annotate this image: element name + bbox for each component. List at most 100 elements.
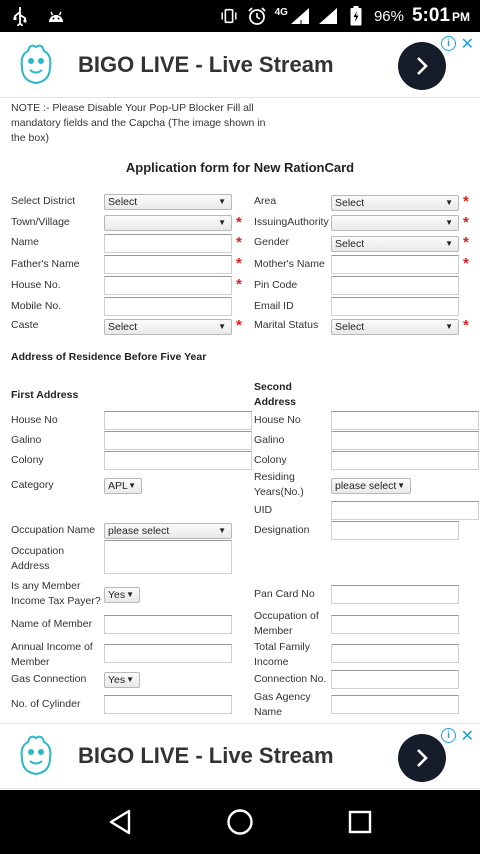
gas-agency-name-input[interactable] xyxy=(331,695,459,714)
pin-code-input[interactable] xyxy=(331,276,459,295)
navigation-bar xyxy=(0,790,480,854)
total-family-income-input[interactable] xyxy=(331,644,459,663)
form-content[interactable]: NOTE :- Please Disable Your Pop-UP Block… xyxy=(0,98,480,723)
ad-close-icon[interactable]: ✕ xyxy=(461,34,474,54)
mothers-name-input[interactable] xyxy=(331,255,459,274)
first-galino-input[interactable] xyxy=(104,431,252,450)
back-button[interactable] xyxy=(100,802,140,842)
label-gas-connection: Gas Connection xyxy=(11,673,87,685)
ad-title: BIGO LIVE - Live Stream xyxy=(78,51,334,77)
label-issuing-authority: IssuingAuthority xyxy=(254,216,329,228)
dropdown-arrow-icon: ▼ xyxy=(218,218,226,227)
ad-banner-bottom[interactable]: BIGO LIVE - Live Stream i ✕ xyxy=(0,723,480,789)
required-mark: * xyxy=(463,255,469,272)
fathers-name-input[interactable] xyxy=(104,255,232,274)
second-house-no-input[interactable] xyxy=(331,411,479,430)
pan-card-input[interactable] xyxy=(331,585,459,604)
label-connection-no: Connection No. xyxy=(254,673,327,685)
label-name-of-member: Name of Member xyxy=(11,618,93,630)
annual-income-input[interactable] xyxy=(104,644,232,663)
occupation-address-input[interactable] xyxy=(104,540,232,574)
name-of-member-input[interactable] xyxy=(104,615,232,634)
uid-input[interactable] xyxy=(331,501,479,520)
dropdown-arrow-icon: ▼ xyxy=(126,675,134,684)
label-pin-code: Pin Code xyxy=(254,279,298,291)
label-occupation-address: Occupation Address xyxy=(11,545,65,572)
first-colony-input[interactable] xyxy=(104,451,252,470)
dropdown-arrow-icon: ▼ xyxy=(128,481,136,490)
clock: 5:01 PM xyxy=(411,5,470,26)
ad-banner-top[interactable]: BIGO LIVE - Live Stream i ✕ xyxy=(0,32,480,98)
income-tax-select[interactable]: Yes ▼ xyxy=(104,587,140,603)
home-button[interactable] xyxy=(220,802,260,842)
required-mark: * xyxy=(463,234,469,251)
district-select[interactable]: Select ▼ xyxy=(104,194,232,210)
dropdown-arrow-icon: ▼ xyxy=(445,322,453,331)
required-mark: * xyxy=(236,255,242,272)
vibrate-icon xyxy=(219,6,239,26)
required-mark: * xyxy=(236,276,242,293)
label-house-no-top: House No. xyxy=(11,279,61,291)
label-first-colony: Colony xyxy=(11,454,44,466)
gas-connection-select[interactable]: Yes ▼ xyxy=(104,672,140,688)
label-fathers-name: Father's Name xyxy=(11,258,80,270)
dropdown-arrow-icon: ▼ xyxy=(397,481,405,490)
label-mobile-no: Mobile No. xyxy=(11,300,62,312)
town-select[interactable]: ▼ xyxy=(104,215,232,231)
house-no-input[interactable] xyxy=(104,276,232,295)
status-bar: 4G 96% 5:01 PM xyxy=(0,0,480,32)
back-triangle-icon xyxy=(109,809,131,835)
recents-button[interactable] xyxy=(340,802,380,842)
ad-close-icon[interactable]: ✕ xyxy=(461,726,474,746)
name-input[interactable] xyxy=(104,234,232,253)
connection-no-input[interactable] xyxy=(331,670,459,689)
label-mothers-name: Mother's Name xyxy=(254,258,325,270)
dropdown-arrow-icon: ▼ xyxy=(218,197,226,206)
dropdown-arrow-icon: ▼ xyxy=(126,590,134,599)
residing-years-select[interactable]: please select ▼ xyxy=(331,478,411,494)
network-type: 4G xyxy=(274,6,288,18)
dropdown-arrow-icon: ▼ xyxy=(445,239,453,248)
label-occupation-name: Occupation Name xyxy=(11,524,96,536)
ad-info-icon[interactable]: i xyxy=(441,36,456,51)
label-gender: Gender xyxy=(254,236,290,248)
label-caste: Caste xyxy=(11,319,39,331)
label-second-house-no: House No xyxy=(254,414,301,426)
chevron-right-icon xyxy=(417,749,428,767)
bigo-logo-icon xyxy=(20,44,52,84)
label-total-family-income: Total Family Income xyxy=(254,641,311,668)
issuing-authority-select[interactable]: ▼ xyxy=(331,215,459,231)
form-title: Application form for New RationCard xyxy=(125,160,355,175)
first-house-no-input[interactable] xyxy=(104,411,252,430)
label-area: Area xyxy=(254,195,277,207)
marital-status-select[interactable]: Select ▼ xyxy=(331,319,459,335)
ad-open-button[interactable] xyxy=(398,42,446,90)
label-second-colony: Colony xyxy=(254,454,287,466)
email-input[interactable] xyxy=(331,297,459,316)
ad-title: BIGO LIVE - Live Stream xyxy=(78,743,334,768)
gender-select[interactable]: Select ▼ xyxy=(331,236,459,252)
caste-select[interactable]: Select ▼ xyxy=(104,319,232,335)
dropdown-arrow-icon: ▼ xyxy=(445,198,453,207)
occupation-name-select[interactable]: please select ▼ xyxy=(104,523,232,539)
ad-open-button[interactable] xyxy=(398,734,446,782)
required-mark: * xyxy=(463,214,469,231)
chevron-right-icon xyxy=(417,57,428,75)
label-email-id: Email ID xyxy=(254,300,294,312)
second-galino-input[interactable] xyxy=(331,431,479,450)
area-select[interactable]: Select ▼ xyxy=(331,195,459,211)
label-name: Name xyxy=(11,236,40,248)
android-notification-icon xyxy=(46,6,66,26)
required-mark: * xyxy=(236,317,242,334)
ad-info-icon[interactable]: i xyxy=(441,728,456,743)
no-of-cylinder-input[interactable] xyxy=(104,695,232,714)
label-town-village: Town/Village xyxy=(11,216,70,228)
mobile-no-input[interactable] xyxy=(104,297,232,316)
category-select[interactable]: APL ▼ xyxy=(104,478,142,494)
occupation-of-member-input[interactable] xyxy=(331,615,459,634)
label-pan-card: Pan Card No xyxy=(254,588,315,600)
label-income-tax: Is any Member Income Tax Payer? xyxy=(11,580,101,607)
label-first-house-no: House No xyxy=(11,414,58,426)
designation-input[interactable] xyxy=(331,521,459,540)
second-colony-input[interactable] xyxy=(331,451,479,470)
